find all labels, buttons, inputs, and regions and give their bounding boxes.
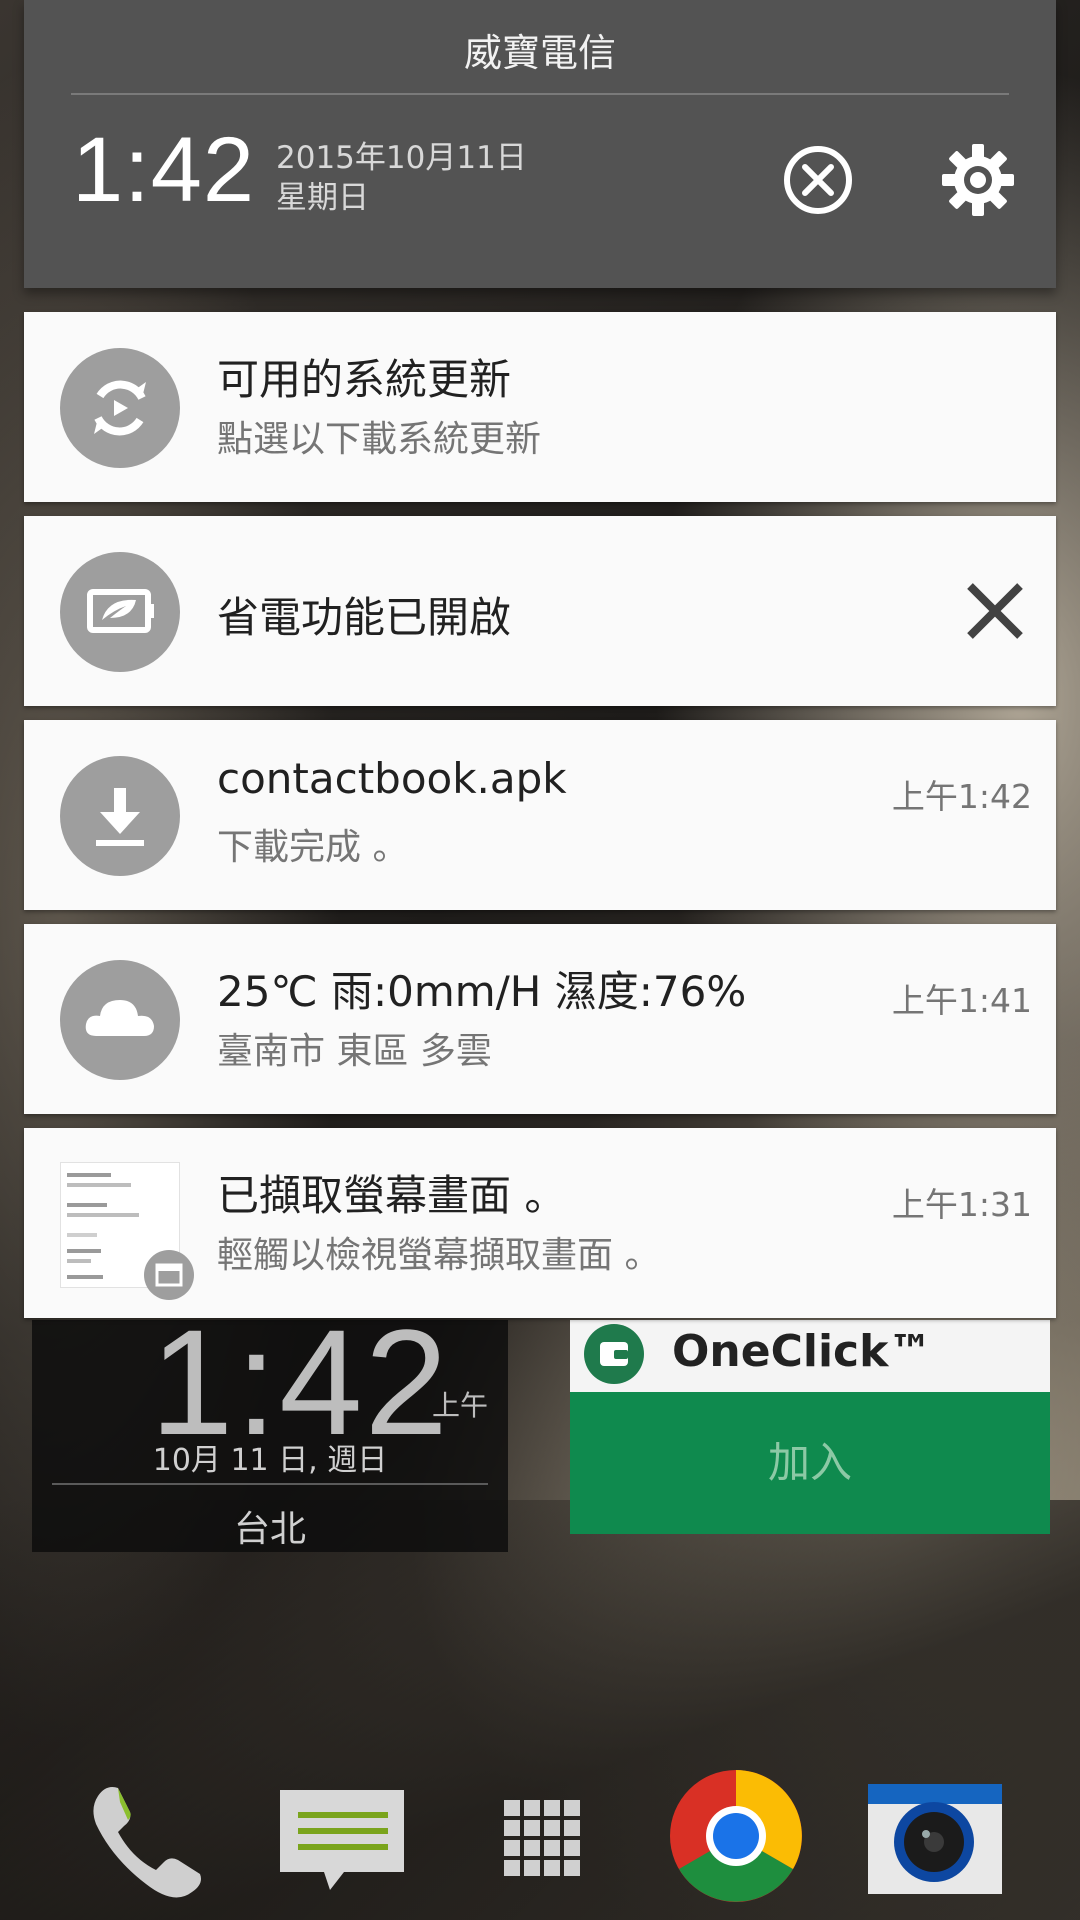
notification-system-update[interactable]: 可用的系統更新 點選以下載系統更新 (24, 312, 1056, 502)
header-divider (71, 93, 1009, 95)
screenshot-icon (144, 1250, 194, 1300)
notification-subtitle: 輕觸以檢視螢幕擷取畫面 。 (217, 1235, 661, 1276)
header-date: 2015年10月11日 (276, 140, 527, 176)
gear-icon[interactable] (938, 140, 1018, 220)
notification-time: 上午1:42 (891, 777, 1032, 816)
messages-icon[interactable] (272, 1766, 412, 1906)
notification-header: 威寶電信 1:42 2015年10月11日 星期日 (24, 0, 1056, 288)
notification-title: 省電功能已開啟 (217, 593, 512, 642)
app-drawer-icon[interactable] (470, 1766, 610, 1906)
clock-widget-date: 10月 11 日, 週日 (152, 1443, 388, 1478)
notification-screenshot[interactable]: 已擷取螢幕畫面 。 輕觸以檢視螢幕擷取畫面 。 上午1:31 (24, 1128, 1056, 1318)
wallet-icon (584, 1324, 644, 1384)
battery-saver-icon (60, 552, 180, 672)
notification-time: 上午1:41 (891, 981, 1032, 1020)
notification-weather[interactable]: 25℃ 雨:0mm/H 濕度:76% 臺南市 東區 多雲 上午1:41 (24, 924, 1056, 1114)
notification-title: 25℃ 雨:0mm/H 濕度:76% (217, 967, 747, 1016)
notification-title: 可用的系統更新 (217, 355, 512, 404)
notification-download[interactable]: contactbook.apk 下載完成 。 上午1:42 (24, 720, 1056, 910)
chrome-icon[interactable] (666, 1766, 806, 1906)
system-update-icon (60, 348, 180, 468)
clear-all-icon[interactable] (778, 140, 858, 220)
header-date-block: 2015年10月11日 星期日 (276, 138, 527, 218)
oneclick-widget: OneClick™ 加入 (570, 1320, 1050, 1534)
download-icon (60, 756, 180, 876)
oneclick-join-button[interactable]: 加入 (570, 1392, 1050, 1534)
notification-subtitle: 點選以下載系統更新 (217, 419, 542, 460)
oneclick-label: OneClick™ (672, 1326, 933, 1377)
camera-icon[interactable] (866, 1766, 1006, 1906)
clock-widget-ampm: 上午 (432, 1389, 489, 1422)
close-icon[interactable] (962, 578, 1028, 644)
header-clock: 1:42 (72, 119, 256, 221)
notification-power-saver[interactable]: 省電功能已開啟 (24, 516, 1056, 706)
notification-title: contactbook.apk (217, 754, 567, 803)
header-weekday: 星期日 (276, 180, 369, 216)
notification-time: 上午1:31 (891, 1185, 1032, 1224)
notification-title: 已擷取螢幕畫面 。 (217, 1171, 567, 1220)
clock-widget-divider (52, 1483, 488, 1485)
oneclick-header: OneClick™ (570, 1320, 1050, 1392)
cloud-icon (60, 960, 180, 1080)
notification-subtitle: 下載完成 。 (217, 827, 409, 868)
phone-icon[interactable] (76, 1766, 216, 1906)
notification-subtitle: 臺南市 東區 多雲 (217, 1031, 492, 1072)
carrier-name: 威寶電信 (463, 31, 616, 75)
clock-widget-city: 台北 (233, 1509, 306, 1550)
